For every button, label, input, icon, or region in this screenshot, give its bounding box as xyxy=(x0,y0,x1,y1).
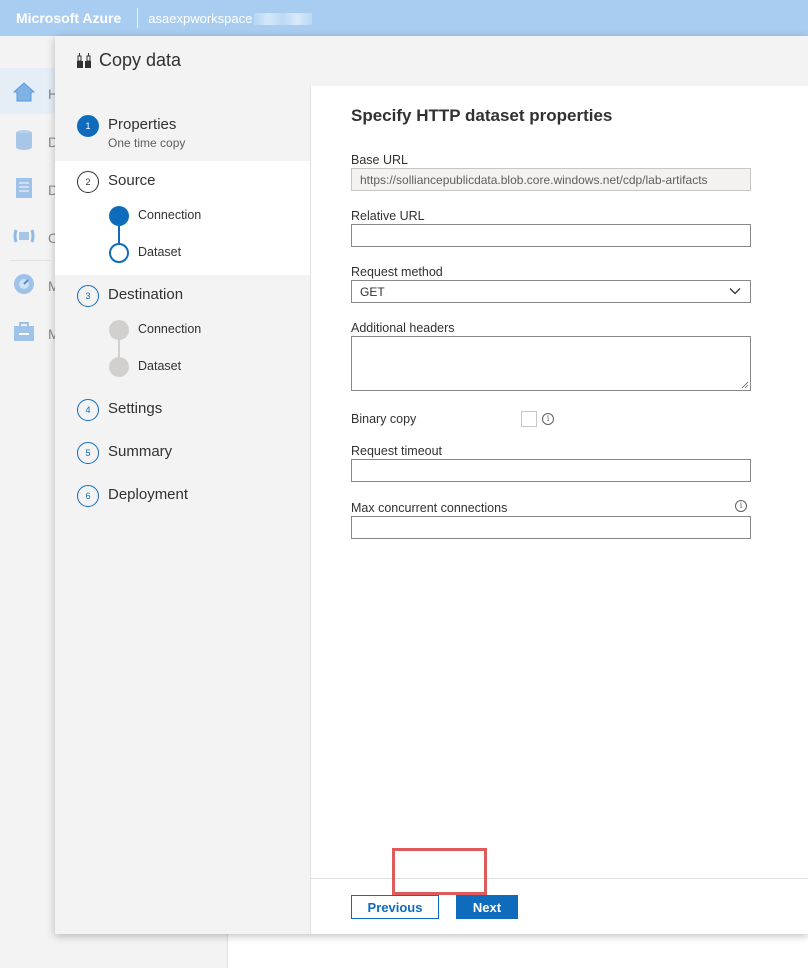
step-label: Properties xyxy=(108,116,177,133)
integrate-icon[interactable] xyxy=(12,224,36,248)
next-button[interactable]: Next xyxy=(456,895,518,919)
request-method-label: Request method xyxy=(351,265,443,279)
substep-dot xyxy=(109,320,129,340)
base-url-field[interactable] xyxy=(351,168,751,191)
substep-dot xyxy=(109,357,129,377)
substep-connection[interactable]: Connection xyxy=(138,322,201,336)
rail-divider xyxy=(10,260,50,261)
redacted-text xyxy=(254,13,313,26)
form-pane: Specify HTTP dataset properties Base URL… xyxy=(310,86,808,934)
topbar-divider xyxy=(137,8,139,28)
workspace-name-text: asaexpworkspace xyxy=(148,10,253,26)
step-subtitle: One time copy xyxy=(108,136,186,150)
additional-headers-field[interactable] xyxy=(351,336,751,391)
footer-divider xyxy=(311,878,808,879)
substep-connection[interactable]: Connection xyxy=(138,208,201,222)
relative-url-field[interactable] xyxy=(351,224,751,247)
dialog-title: Copy data xyxy=(75,50,181,71)
resize-grip-icon[interactable] xyxy=(741,381,749,389)
data-icon[interactable] xyxy=(12,128,36,152)
home-icon[interactable] xyxy=(12,80,36,104)
manage-icon[interactable] xyxy=(12,320,36,344)
request-method-dropdown[interactable]: GET xyxy=(351,280,751,303)
max-concurrent-field[interactable] xyxy=(351,516,751,539)
base-url-label: Base URL xyxy=(351,153,408,167)
step-label: Settings xyxy=(108,400,163,417)
substep-dataset[interactable]: Dataset xyxy=(138,359,181,373)
step-label: Summary xyxy=(108,443,173,460)
previous-button[interactable]: Previous xyxy=(351,895,439,919)
substep-dot xyxy=(109,243,129,263)
step-number: 1 xyxy=(77,115,99,137)
substep-dot xyxy=(109,206,129,226)
info-icon[interactable]: i xyxy=(735,500,747,512)
copy-data-dialog: Copy data 1 Properties One time copy 2 S… xyxy=(55,36,808,934)
copy-data-icon xyxy=(77,52,91,68)
request-timeout-field[interactable] xyxy=(351,459,751,482)
next-button-highlight xyxy=(392,848,487,895)
step-label: Deployment xyxy=(108,486,189,503)
relative-url-label: Relative URL xyxy=(351,209,425,223)
substep-dataset[interactable]: Dataset xyxy=(138,245,181,259)
info-icon[interactable]: i xyxy=(542,413,554,425)
brand-title[interactable]: Microsoft Azure xyxy=(0,10,137,26)
top-bar: Microsoft Azure asaexpworkspace xyxy=(0,0,808,36)
step-number: 3 xyxy=(77,285,99,307)
form-title: Specify HTTP dataset properties xyxy=(351,106,613,125)
step-source[interactable]: 2 Source Connection Dataset xyxy=(55,161,310,275)
binary-copy-label: Binary copy xyxy=(351,412,417,426)
workspace-name[interactable]: asaexpworkspace xyxy=(138,10,313,26)
step-number: 6 xyxy=(77,485,99,507)
step-number: 5 xyxy=(77,442,99,464)
dialog-title-text: Copy data xyxy=(99,50,182,70)
max-concurrent-label: Max concurrent connections xyxy=(351,501,508,515)
step-label: Destination xyxy=(108,286,184,303)
chevron-down-icon xyxy=(729,288,741,295)
binary-copy-checkbox[interactable] xyxy=(521,411,537,427)
step-label: Source xyxy=(108,172,156,189)
request-method-value: GET xyxy=(360,285,385,299)
develop-icon[interactable] xyxy=(12,176,36,200)
monitor-icon[interactable] xyxy=(12,272,36,296)
request-timeout-label: Request timeout xyxy=(351,444,443,458)
additional-headers-label: Additional headers xyxy=(351,321,455,335)
step-number: 2 xyxy=(77,171,99,193)
step-number: 4 xyxy=(77,399,99,421)
